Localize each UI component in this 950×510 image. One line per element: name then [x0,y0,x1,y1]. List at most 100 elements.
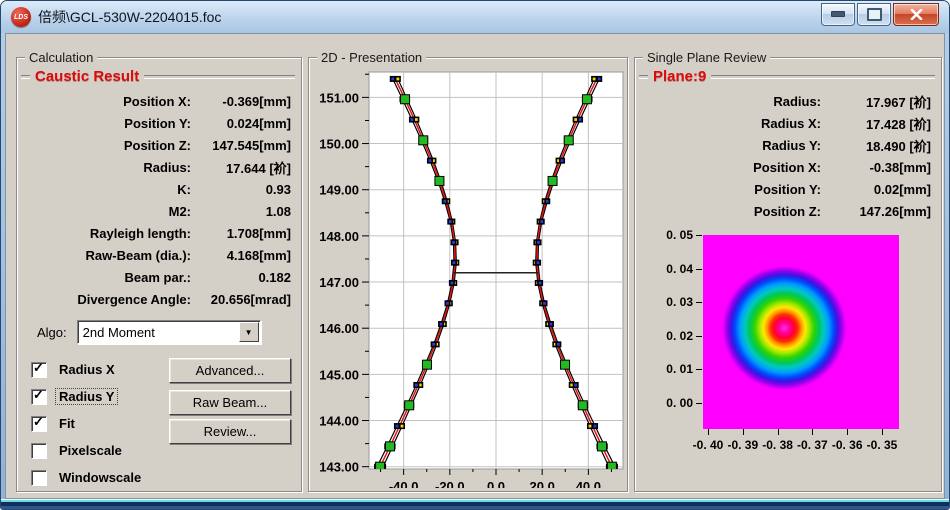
row-value: 17.644 [衸] [191,158,291,177]
checkbox-label: Radius Y [56,389,117,404]
checkbox-label: Windowscale [56,470,144,485]
minimize-button[interactable] [821,3,855,26]
row-value: 0.024[mm] [191,116,291,131]
result-row: Radius:17.644 [衸] [23,156,291,178]
result-row: Divergence Angle:20.656[mrad] [23,288,291,310]
calculation-panel: Calculation Caustic Result Position X:-0… [16,57,302,492]
algo-selected-value: 2nd Moment [78,325,238,340]
selected-plane-marker [548,176,557,185]
calculation-panel-label: Calculation [25,50,97,65]
checkbox-windowscale[interactable]: Windowscale [31,464,144,491]
profile-x-tick [743,429,744,435]
profile-y-tick-label: 0. 05 [653,228,693,242]
profile-y-tick [696,302,702,303]
checkbox-icon[interactable] [31,389,47,405]
row-value: 1.08 [191,204,291,219]
y-axis-label: 148.00 [319,229,359,244]
y-axis-label: 149.00 [319,183,359,198]
checkbox-radius-y[interactable]: Radius Y [31,383,144,410]
selected-plane-marker [597,442,606,451]
algo-select[interactable]: 2nd Moment ▼ [77,320,261,344]
plane-header: Plane:9 [648,68,711,85]
checkbox-pixelscale[interactable]: Pixelscale [31,437,144,464]
result-row: Rayleigh length:1.708[mm] [23,222,291,244]
result-row: Position Y:0.02[mm] [641,178,931,200]
row-value: -0.38[mm] [821,160,931,175]
row-label: Radius: [23,160,191,175]
beam-profile-image [703,235,899,429]
result-row: Radius Y:18.490 [衸] [641,134,931,156]
close-button[interactable] [893,3,939,26]
result-row: Radius:17.967 [衸] [641,90,931,112]
row-label: M2: [23,204,191,219]
profile-y-tick [696,336,702,337]
row-label: Position Y: [23,116,191,131]
checkbox-icon[interactable] [31,416,47,432]
row-label: Position X: [23,94,191,109]
app-icon: LDS [11,7,31,27]
chevron-down-icon[interactable]: ▼ [239,322,259,342]
row-label: Raw-Beam (dia.): [23,248,191,263]
result-row: M2:1.08 [23,200,291,222]
row-value: 0.02[mm] [821,182,931,197]
result-row: Radius X:17.428 [衸] [641,112,931,134]
restore-button[interactable] [857,3,891,26]
row-label: Rayleigh length: [23,226,191,241]
checkbox-icon[interactable] [31,362,47,378]
result-row: Position X:-0.369[mm] [23,90,291,112]
raw-beam-button[interactable]: Raw Beam... [169,390,291,415]
row-value: 4.168[mm] [191,248,291,263]
caustic-plot[interactable]: 143.00144.00145.00146.00147.00148.00149.… [309,62,627,493]
row-label: Position Z: [23,138,191,153]
row-label: Position X: [641,160,821,175]
x-axis-label: 40.0 [576,479,601,488]
title-bar[interactable]: LDS 倍频\GCL-530W-2204015.foc [1,1,949,33]
advanced-button[interactable]: Advanced... [169,358,291,383]
row-label: Position Y: [641,182,821,197]
presentation-panel: 2D - Presentation 143.00144.00145.00146.… [308,57,628,492]
row-value: 17.428 [衸] [821,114,931,133]
profile-x-tick-label: -0. 35 [859,438,905,452]
row-value: 0.182 [191,270,291,285]
profile-x-tick [708,429,709,435]
app-icon-text: LDS [14,14,28,21]
algo-label: Algo: [37,325,67,340]
review-panel-label: Single Plane Review [643,50,770,65]
x-axis-label: -40.0 [389,479,419,488]
divider [21,75,30,79]
row-value: 18.490 [衸] [821,136,931,155]
divider [144,75,295,79]
window-title: 倍频\GCL-530W-2204015.foc [38,7,221,27]
y-axis-label: 147.00 [319,275,359,290]
checkbox-radius-x[interactable]: Radius X [31,356,144,383]
caustic-plot-svg[interactable]: 143.00144.00145.00146.00147.00148.00149.… [309,62,627,488]
profile-x-tick [847,429,848,435]
profile-y-tick-label: 0. 03 [653,295,693,309]
checkbox-icon[interactable] [31,470,47,486]
profile-y-tick [696,369,702,370]
profile-y-tick-label: 0. 02 [653,329,693,343]
checkbox-icon[interactable] [31,443,47,459]
window-bottom-border [1,499,949,509]
checkbox-fit[interactable]: Fit [31,410,144,437]
caustic-result-values: Position X:-0.369[mm] Position Y:0.024[m… [23,90,291,310]
profile-y-tick-label: 0. 01 [653,362,693,376]
plane-values: Radius:17.967 [衸] Radius X:17.428 [衸] Ra… [641,90,931,222]
profile-x-tick [882,429,883,435]
result-row: Position X:-0.38[mm] [641,156,931,178]
row-label: Beam par.: [23,270,191,285]
selected-plane-marker [401,95,410,104]
y-axis-label: 146.00 [319,321,359,336]
result-row: Position Y:0.024[mm] [23,112,291,134]
checkbox-label: Fit [56,416,78,431]
selected-plane-marker [561,360,570,369]
profile-x-tick [778,429,779,435]
profile-y-tick [696,235,702,236]
selected-plane-marker [582,95,591,104]
minimize-icon [831,11,845,17]
selected-plane-marker [422,360,431,369]
y-axis-label: 145.00 [319,367,359,382]
row-label: K: [23,182,191,197]
selected-plane-marker [564,136,573,145]
review-button[interactable]: Review... [169,419,291,444]
